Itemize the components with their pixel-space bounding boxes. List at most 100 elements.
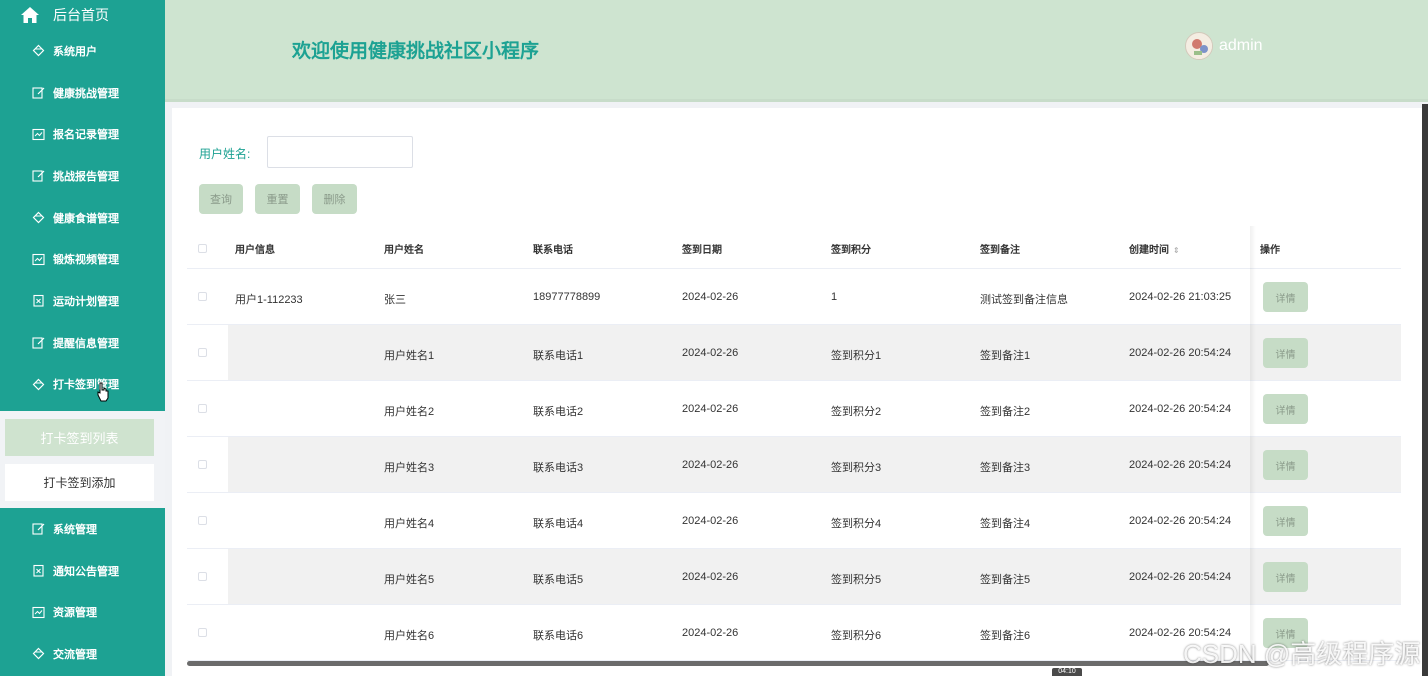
cell-note: 签到备注2 bbox=[980, 406, 1031, 418]
cell-name: 用户姓名4 bbox=[384, 518, 435, 530]
vertical-scrollbar[interactable] bbox=[1422, 104, 1428, 676]
cell-note: 签到备注5 bbox=[980, 574, 1031, 586]
reset-button[interactable]: 重置 bbox=[255, 184, 300, 214]
table-header: 用户信息 用户姓名 联系电话 签到日期 签到积分 签到备注 创建时间 ⇕ 操作 bbox=[187, 228, 1401, 269]
sidebar-item-label: 系统管理 bbox=[53, 523, 97, 536]
query-button[interactable]: 查询 bbox=[199, 184, 243, 214]
clipboard-icon bbox=[32, 564, 45, 577]
cell-phone: 18977778899 bbox=[533, 291, 601, 303]
row-checkbox[interactable] bbox=[198, 292, 207, 301]
cell-date: 2024-02-26 bbox=[682, 515, 739, 527]
sidebar-upper-item-5[interactable]: 锻炼视频管理 bbox=[0, 238, 165, 280]
chart-icon bbox=[32, 128, 45, 141]
column-header-created[interactable]: 创建时间 ⇕ bbox=[1129, 241, 1180, 256]
cell-phone: 联系电话1 bbox=[533, 350, 584, 362]
row-checkbox[interactable] bbox=[198, 516, 207, 525]
fixed-column-shadow bbox=[1250, 226, 1256, 666]
cell-date: 2024-02-26 bbox=[682, 627, 739, 639]
table-row: 用户姓名5 联系电话5 2024-02-26 签到积分5 签到备注5 2024-02-26… bbox=[187, 549, 1401, 605]
avatar-icon bbox=[1187, 34, 1212, 59]
avatar[interactable] bbox=[1185, 32, 1213, 60]
edit-icon bbox=[32, 336, 45, 349]
sidebar-upper-item-3[interactable]: 挑战报告管理 bbox=[0, 155, 165, 197]
cell-name: 用户姓名5 bbox=[384, 574, 435, 586]
username-search-input[interactable] bbox=[267, 136, 413, 168]
cell-name: 张三 bbox=[384, 294, 406, 306]
detail-button[interactable]: 详情 bbox=[1263, 282, 1308, 312]
cell-points: 签到积分5 bbox=[831, 574, 882, 586]
sidebar-item-label: 提醒信息管理 bbox=[53, 337, 119, 350]
cell-date: 2024-02-26 bbox=[682, 571, 739, 583]
column-header-points: 签到积分 bbox=[831, 245, 871, 256]
sidebar-upper-item-0[interactable]: 系统用户 bbox=[0, 30, 165, 72]
detail-button[interactable]: 详情 bbox=[1263, 394, 1308, 424]
delete-button[interactable]: 删除 bbox=[312, 184, 357, 214]
detail-button[interactable]: 详情 bbox=[1263, 450, 1308, 480]
table-row: 用户姓名3 联系电话3 2024-02-26 签到积分3 签到备注3 2024-02-26… bbox=[187, 437, 1401, 493]
sidebar: 后台首页 系统用户 健康挑战管理 报名记录管理 挑战报告管理 健康食谱管理锻炼视频管理运… bbox=[0, 0, 165, 676]
sidebar-lower-item-3[interactable]: 交流管理 bbox=[0, 633, 165, 675]
table-row: 用户1-112233 张三 18977778899 2024-02-26 1 测试签到备注… bbox=[187, 269, 1401, 325]
cell-created: 2024-02-26 20:54:24 bbox=[1129, 459, 1232, 471]
sidebar-item-label: 锻炼视频管理 bbox=[53, 254, 119, 267]
row-checkbox[interactable] bbox=[198, 404, 207, 413]
cell-created: 2024-02-26 21:03:25 bbox=[1129, 291, 1232, 303]
submenu-checkin-add[interactable]: 打卡签到添加 bbox=[5, 464, 154, 501]
sidebar-item-home[interactable]: 后台首页 bbox=[0, 0, 165, 30]
selection-cell bbox=[187, 437, 228, 492]
sidebar-upper-item-2[interactable]: 报名记录管理 bbox=[0, 113, 165, 155]
sidebar-home-label: 后台首页 bbox=[53, 7, 109, 23]
sidebar-menu-lower: 系统管理通知公告管理资源管理交流管理 bbox=[0, 508, 165, 675]
row-checkbox[interactable] bbox=[198, 572, 207, 581]
cell-note: 签到备注4 bbox=[980, 518, 1031, 530]
row-checkbox[interactable] bbox=[198, 628, 207, 637]
submenu-checkin-list[interactable]: 打卡签到列表 bbox=[5, 419, 154, 456]
cell-phone: 联系电话2 bbox=[533, 406, 584, 418]
header: 欢迎使用健康挑战社区小程序 admin bbox=[165, 0, 1428, 102]
cell-note: 签到备注3 bbox=[980, 462, 1031, 474]
sidebar-upper-item-8[interactable]: 打卡签到管理 bbox=[0, 364, 165, 406]
sort-icon[interactable]: ⇕ bbox=[1173, 246, 1180, 255]
cell-points: 签到积分2 bbox=[831, 406, 882, 418]
table-body: 用户1-112233 张三 18977778899 2024-02-26 1 测试签到备注… bbox=[187, 269, 1401, 661]
select-all-checkbox[interactable] bbox=[198, 244, 207, 253]
diamond-icon bbox=[32, 378, 45, 391]
column-header-actions: 操作 bbox=[1260, 245, 1280, 256]
diamond-icon bbox=[32, 44, 45, 57]
mouse-cursor-icon bbox=[97, 382, 109, 402]
horizontal-scrollbar[interactable] bbox=[187, 661, 1269, 666]
clipboard-icon bbox=[32, 294, 45, 308]
sidebar-upper-item-7[interactable]: 提醒信息管理 bbox=[0, 322, 165, 364]
cell-date: 2024-02-26 bbox=[682, 459, 739, 471]
edit-icon bbox=[32, 86, 45, 99]
sidebar-item-label: 运动计划管理 bbox=[53, 295, 119, 308]
column-header-note: 签到备注 bbox=[980, 245, 1020, 256]
cell-date: 2024-02-26 bbox=[682, 403, 739, 415]
time-badge: 04:10 bbox=[1052, 668, 1082, 676]
sidebar-upper-item-1[interactable]: 健康挑战管理 bbox=[0, 72, 165, 114]
cell-date: 2024-02-26 bbox=[682, 291, 739, 303]
table-row: 用户姓名4 联系电话4 2024-02-26 签到积分4 签到备注4 2024-02-26… bbox=[187, 493, 1401, 549]
sidebar-lower-item-0[interactable]: 系统管理 bbox=[0, 508, 165, 550]
sidebar-item-label: 资源管理 bbox=[53, 607, 97, 620]
sidebar-menu-upper: 系统用户 健康挑战管理 报名记录管理 挑战报告管理 健康食谱管理锻炼视频管理 运动计划管理… bbox=[0, 30, 165, 405]
detail-button[interactable]: 详情 bbox=[1263, 506, 1308, 536]
sidebar-upper-item-6[interactable]: 运动计划管理 bbox=[0, 280, 165, 322]
sidebar-lower-item-2[interactable]: 资源管理 bbox=[0, 591, 165, 633]
cell-phone: 联系电话4 bbox=[533, 518, 584, 530]
diamond-icon bbox=[32, 211, 45, 224]
user-name[interactable]: admin bbox=[1219, 37, 1263, 55]
sidebar-lower-item-1[interactable]: 通知公告管理 bbox=[0, 550, 165, 592]
row-checkbox[interactable] bbox=[198, 460, 207, 469]
search-label: 用户姓名: bbox=[199, 147, 251, 161]
cell-note: 签到备注1 bbox=[980, 350, 1031, 362]
sidebar-upper-item-4[interactable]: 健康食谱管理 bbox=[0, 197, 165, 239]
cell-note: 测试签到备注信息 bbox=[980, 294, 1068, 306]
detail-button[interactable]: 详情 bbox=[1263, 338, 1308, 368]
row-checkbox[interactable] bbox=[198, 348, 207, 357]
cell-created: 2024-02-26 20:54:24 bbox=[1129, 515, 1232, 527]
main-content: 用户姓名: 查询 重置 删除 用户信息 用户姓名 联系电话 签到日期 签到积分 … bbox=[172, 108, 1422, 676]
cell-created: 2024-02-26 20:54:24 bbox=[1129, 347, 1232, 359]
chart-icon bbox=[32, 253, 45, 266]
detail-button[interactable]: 详情 bbox=[1263, 562, 1308, 592]
